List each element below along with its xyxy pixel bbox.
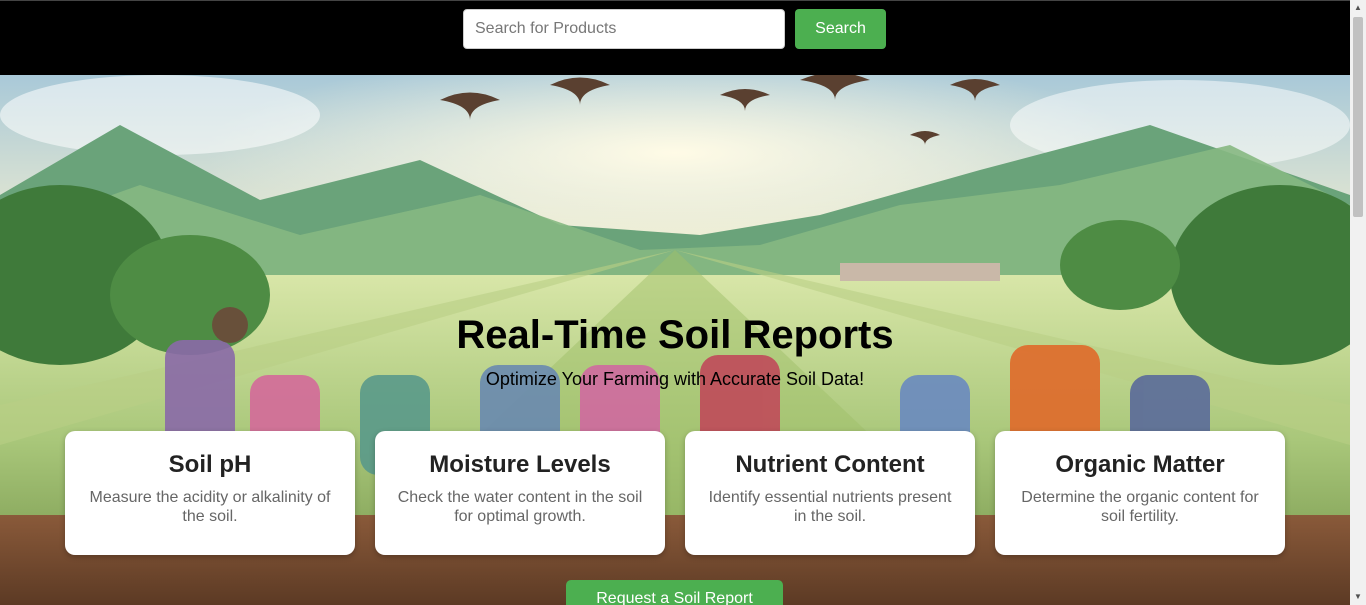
card-description: Identify essential nutrients present in … [708, 489, 952, 525]
card-title: Soil pH [168, 451, 252, 478]
scroll-up-arrow-icon[interactable]: ▲ [1350, 0, 1366, 16]
hero-title: Real-Time Soil Reports [456, 313, 894, 357]
card-title: Moisture Levels [429, 451, 611, 478]
search-input[interactable] [463, 9, 785, 49]
request-soil-report-button[interactable]: Request a Soil Report [566, 580, 783, 605]
hero-section: Real-Time Soil Reports Optimize Your Far… [0, 75, 1350, 605]
hero-subtitle: Optimize Your Farming with Accurate Soil… [485, 369, 865, 389]
top-header: Search [0, 0, 1350, 75]
search-button[interactable]: Search [795, 9, 886, 49]
feature-card-soil-ph: Soil pH Measure the acidity or alkalinit… [65, 431, 355, 555]
card-title: Nutrient Content [735, 451, 925, 478]
card-description: Determine the organic content for soil f… [1021, 489, 1259, 525]
feature-card-organic-matter: Organic Matter Determine the organic con… [995, 431, 1285, 555]
scroll-down-arrow-icon[interactable]: ▼ [1350, 589, 1366, 605]
card-description: Check the water content in the soil for … [397, 489, 643, 525]
feature-card-nutrient-content: Nutrient Content Identify essential nutr… [685, 431, 975, 555]
feature-card-moisture-levels: Moisture Levels Check the water content … [375, 431, 665, 555]
scrollbar-thumb[interactable] [1353, 17, 1363, 217]
card-description: Measure the acidity or alkalinity of the… [89, 489, 331, 525]
card-title: Organic Matter [1055, 451, 1225, 478]
page-scrollbar[interactable]: ▲ ▼ [1350, 0, 1366, 605]
